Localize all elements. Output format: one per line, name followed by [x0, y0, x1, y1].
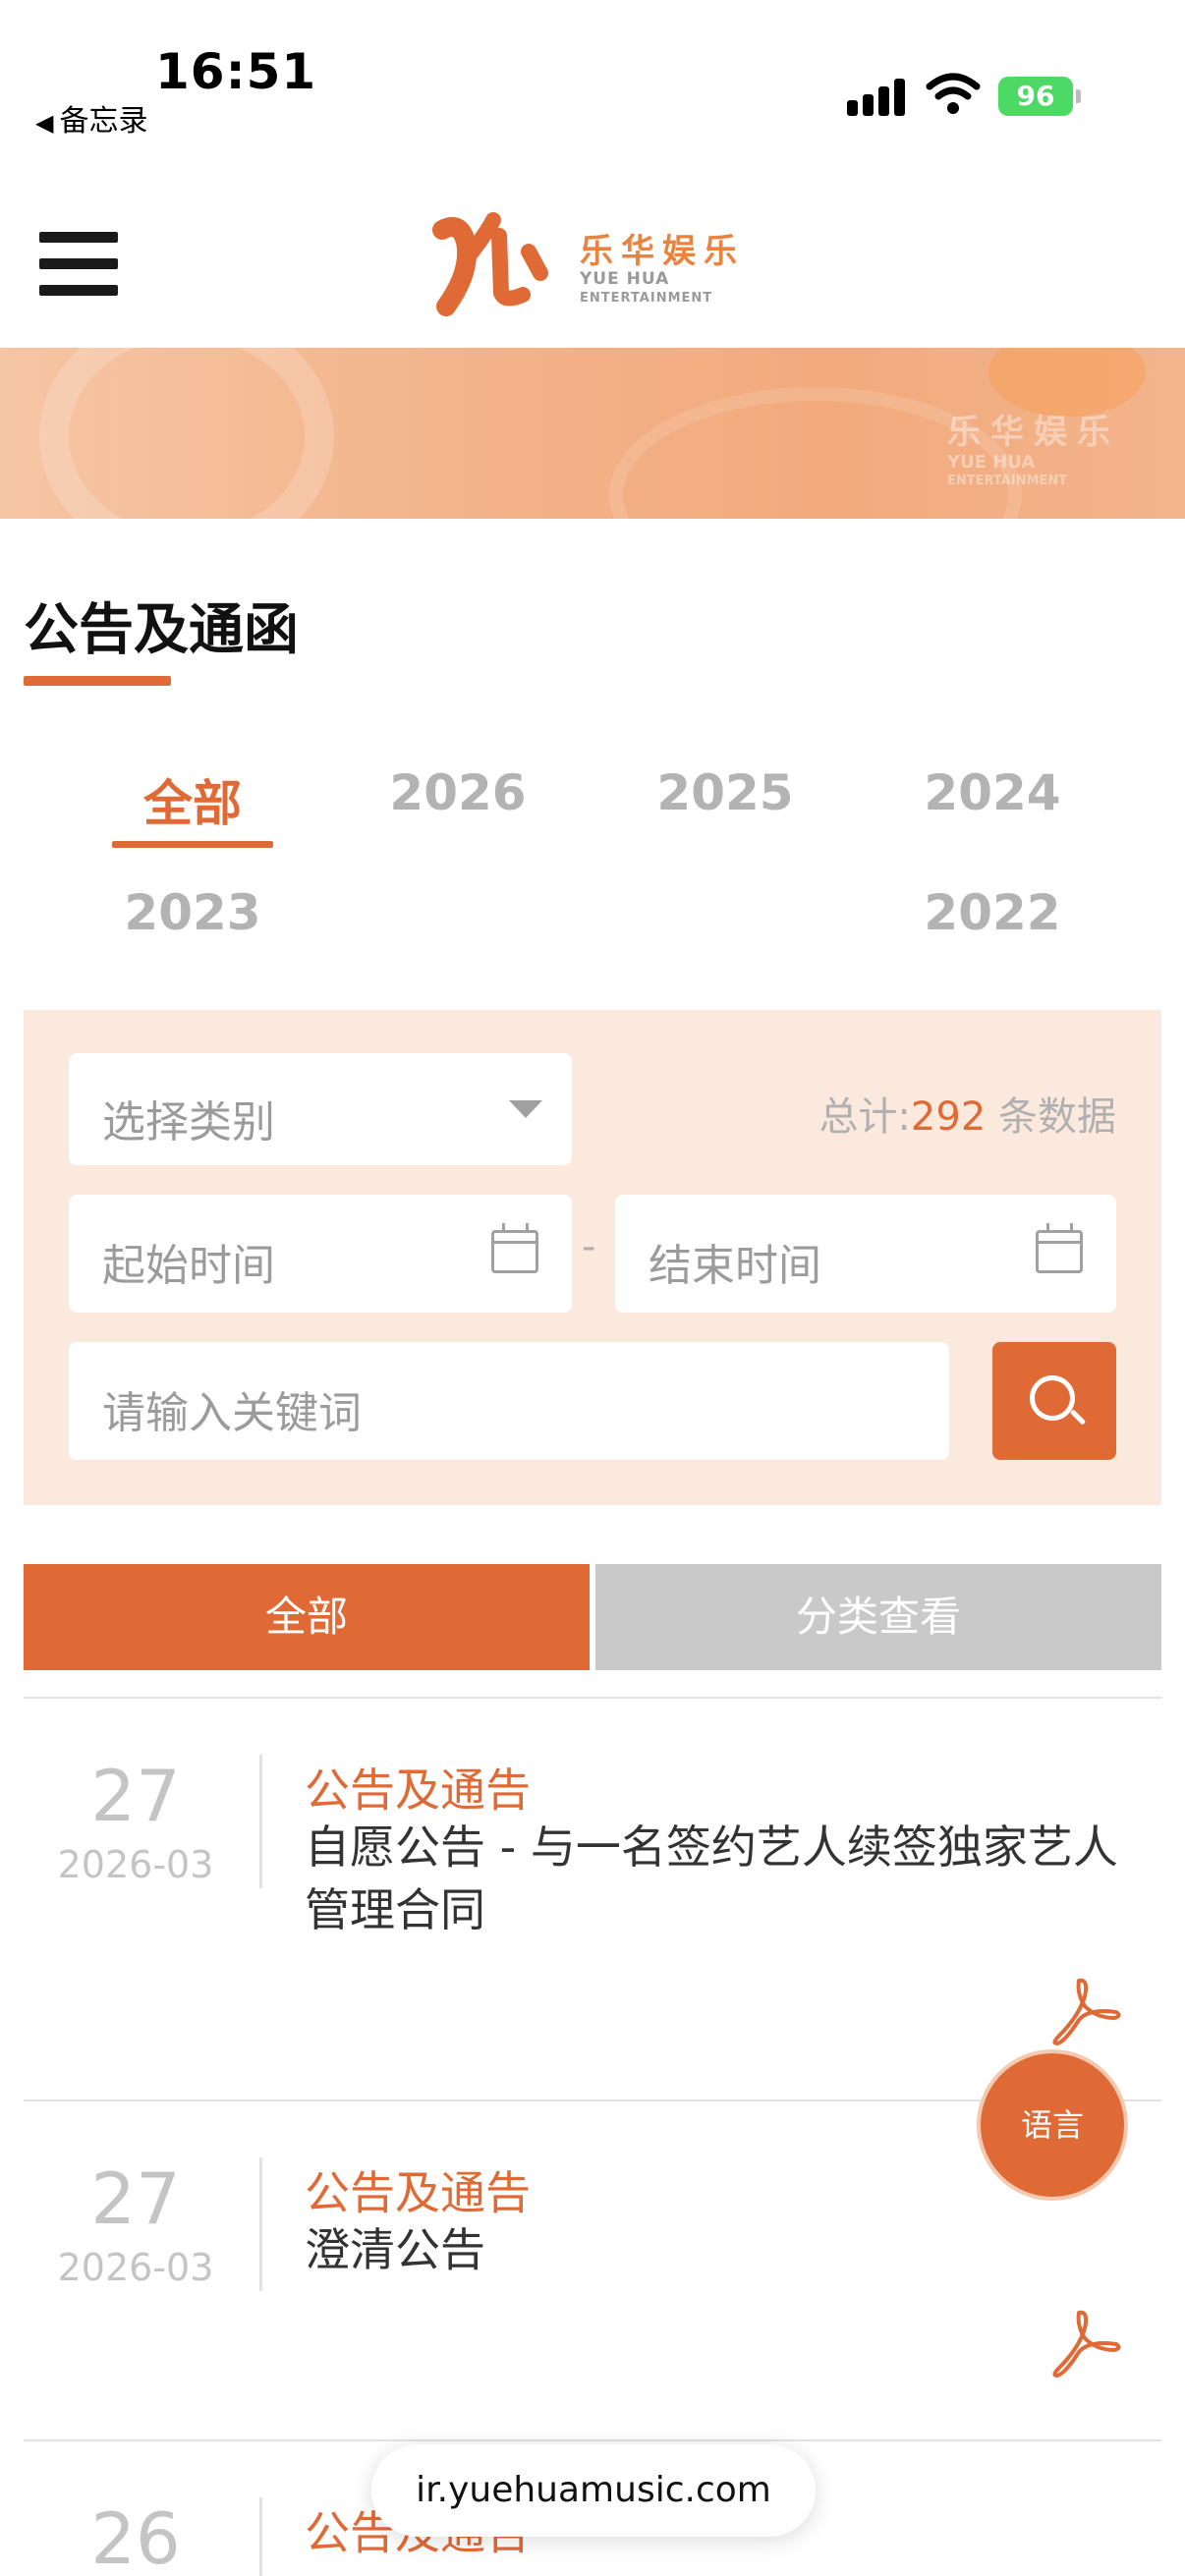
year-tab-2024[interactable]: 2024 [894, 764, 1091, 821]
page-title: 公告及通函 [24, 598, 299, 662]
title-underline [24, 676, 171, 686]
category-select-placeholder: 选择类别 [102, 1097, 275, 1148]
status-bar: 16:51 ◀ 备忘录 96 [0, 0, 1185, 147]
start-date-field[interactable]: 起始时间 [69, 1195, 572, 1313]
filter-panel: 选择类别 总计:292 条数据 起始时间 - 结束时间 请输入关键词 [24, 1010, 1161, 1505]
logo-en-line1: YUE HUA [580, 269, 670, 289]
cellular-signal-icon [847, 79, 906, 116]
back-to-app-link[interactable]: ◀ 备忘录 [35, 96, 147, 140]
list-item[interactable]: 27 2026-03 公告及通告 澄清公告 [24, 2157, 1161, 2433]
item-date: 2026-03 [57, 1843, 214, 1886]
list-divider [24, 1697, 1161, 1699]
start-date-placeholder: 起始时间 [102, 1241, 275, 1291]
item-day: 26 [90, 2497, 181, 2576]
status-time: 16:51 [155, 43, 317, 100]
total-prefix: 总计: [818, 1094, 911, 1140]
year-tab-2025[interactable]: 2025 [627, 764, 823, 821]
pdf-icon[interactable] [1049, 1975, 1122, 2047]
list-divider [24, 2439, 1161, 2441]
back-app-label: 备忘录 [59, 104, 148, 139]
date-range-dash: - [582, 1224, 596, 1269]
total-suffix: 条数据 [986, 1094, 1116, 1140]
search-icon [1030, 1375, 1075, 1421]
wifi-icon [926, 73, 981, 114]
year-tab-2026[interactable]: 2026 [360, 764, 556, 821]
keyword-placeholder: 请输入关键词 [102, 1388, 362, 1438]
banner-watermark-en1: YUE HUA [947, 452, 1036, 473]
hero-banner: 乐华娱乐 YUE HUA ENTERTAINMENT [0, 348, 1185, 519]
end-date-field[interactable]: 结束时间 [615, 1195, 1116, 1313]
browser-url-bar[interactable]: ir.yuehuamusic.com [371, 2444, 816, 2537]
view-tab-all[interactable]: 全部 [24, 1564, 590, 1670]
list-item[interactable]: 27 2026-03 公告及通告 自愿公告 - 与一名签约艺人续签独家艺人管理合… [24, 1755, 1161, 2089]
item-title[interactable]: 自愿公告 - 与一名签约艺人续签独家艺人管理合同 [305, 1816, 1140, 1941]
item-date: 2026-03 [57, 2246, 214, 2289]
banner-watermark-cn: 乐华娱乐 [947, 413, 1120, 452]
item-title[interactable]: 澄清公告 [305, 2218, 1140, 2281]
item-day: 27 [90, 2157, 181, 2240]
pdf-icon[interactable] [1049, 2307, 1122, 2380]
calendar-icon[interactable] [1036, 1223, 1083, 1273]
view-tab-by-category[interactable]: 分类查看 [595, 1564, 1161, 1670]
banner-watermark-en2: ENTERTAINMENT [947, 474, 1068, 488]
logo-cn-text: 乐华娱乐 [580, 232, 745, 271]
keyword-search-input[interactable]: 请输入关键词 [69, 1342, 949, 1460]
year-tab-all[interactable]: 全部 [94, 764, 291, 848]
site-header: 乐华娱乐 YUE HUA ENTERTAINMENT [0, 167, 1185, 348]
logo-mark-icon [432, 212, 548, 316]
item-day: 27 [90, 1755, 181, 1837]
hamburger-menu-icon[interactable] [39, 232, 118, 297]
item-category: 公告及通告 [305, 1764, 531, 1817]
item-category: 公告及通告 [305, 2166, 531, 2219]
end-date-placeholder: 结束时间 [649, 1241, 821, 1291]
battery-indicator: 96 [998, 77, 1081, 116]
back-arrow-icon: ◀ [35, 109, 54, 137]
logo-en-line2: ENTERTAINMENT [580, 291, 713, 306]
yuehua-logo[interactable]: 乐华娱乐 YUE HUA ENTERTAINMENT [432, 212, 757, 320]
calendar-icon[interactable] [491, 1223, 538, 1273]
language-button[interactable]: 语言 [977, 2049, 1128, 2201]
total-number: 292 [910, 1094, 987, 1140]
year-tab-2023[interactable]: 2023 [94, 884, 291, 941]
total-count: 总计:292 条数据 [818, 1085, 1116, 1142]
battery-level: 96 [1016, 80, 1055, 112]
search-button[interactable] [992, 1342, 1116, 1460]
dropdown-caret-icon [509, 1100, 542, 1118]
year-tab-2022[interactable]: 2022 [894, 884, 1091, 941]
category-select[interactable]: 选择类别 [69, 1053, 572, 1165]
